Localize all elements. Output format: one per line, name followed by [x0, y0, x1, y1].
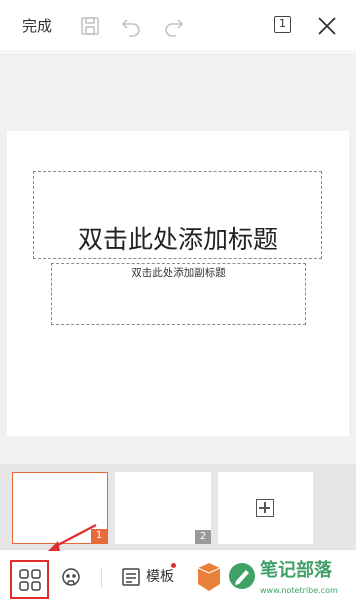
close-icon[interactable] — [315, 14, 339, 38]
top-toolbar: 完成 1 — [0, 0, 356, 52]
page-count-badge[interactable]: 1 — [274, 16, 291, 33]
thumbnail-grid-button[interactable] — [10, 560, 49, 599]
thumbnail-grid-icon — [19, 569, 41, 591]
watermark-url: www.notetribe.com — [260, 586, 338, 595]
thumbnail-number: 2 — [195, 530, 211, 544]
redo-icon[interactable] — [162, 14, 186, 38]
annotation-arrow — [42, 523, 98, 563]
template-label: 模板 — [146, 569, 174, 585]
emoji-icon[interactable] — [60, 566, 82, 588]
slide-thumbnail-2[interactable]: 2 — [115, 472, 211, 544]
add-slide-button[interactable] — [218, 472, 313, 544]
slide[interactable]: 双击此处添加标题 双击此处添加副标题 — [7, 131, 349, 436]
subtitle-placeholder-box[interactable]: 双击此处添加副标题 — [51, 263, 306, 325]
title-placeholder[interactable]: 双击此处添加标题 — [7, 223, 349, 257]
add-slide-icon — [256, 499, 274, 517]
watermark-logo — [228, 562, 256, 590]
slide-canvas: 双击此处添加标题 双击此处添加副标题 — [0, 53, 356, 464]
template-button[interactable]: 模板 — [121, 563, 181, 588]
template-icon — [122, 568, 140, 586]
toolbar-divider — [101, 568, 102, 588]
notification-dot — [171, 563, 176, 568]
insert-shape-icon[interactable] — [196, 562, 222, 592]
subtitle-placeholder[interactable]: 双击此处添加副标题 — [52, 266, 305, 280]
watermark-title: 笔记部落 — [260, 560, 332, 581]
undo-icon[interactable] — [119, 14, 143, 38]
done-button[interactable]: 完成 — [22, 16, 52, 36]
watermark: 笔记部落 www.notetribe.com — [226, 556, 356, 606]
save-icon[interactable] — [78, 14, 102, 38]
